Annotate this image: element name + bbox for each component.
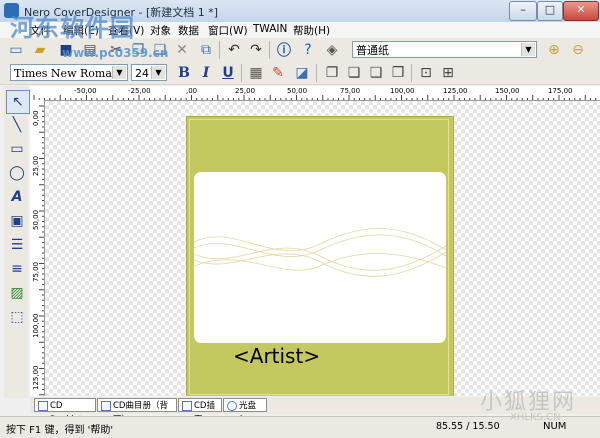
bring-front-icon[interactable]: ❐ <box>322 63 342 83</box>
menu-twain[interactable]: TWAIN <box>253 23 287 35</box>
chevron-down-icon[interactable]: ▼ <box>521 43 535 56</box>
image-tool-icon[interactable]: ▨ <box>6 282 28 304</box>
horizontal-ruler: -50,00 -25,00 ,00 25,00 50,00 75,00 100,… <box>30 86 600 101</box>
insert-icon <box>182 401 192 411</box>
bold-button[interactable]: B <box>174 63 194 83</box>
ruler-label: ,00 <box>186 87 198 95</box>
artist-text[interactable]: <Artist> <box>233 344 320 368</box>
frame-tool-icon[interactable]: ⬚ <box>6 306 28 328</box>
ruler-label: 150,00 <box>495 87 520 95</box>
menu-data[interactable]: 数据 <box>178 23 199 38</box>
chevron-down-icon[interactable]: ▼ <box>112 66 126 79</box>
line-tool-icon[interactable]: ╲ <box>6 114 28 136</box>
rectangle-tool-icon[interactable]: ▭ <box>6 138 28 160</box>
maximize-button[interactable]: □ <box>537 1 563 21</box>
font-name-select[interactable]: Times New Roman ▼ <box>10 64 128 81</box>
fill-icon[interactable]: ◪ <box>292 63 312 83</box>
duplicate-icon[interactable]: ⧉ <box>196 40 216 60</box>
line-style-icon[interactable]: ▦ <box>246 63 266 83</box>
redo-icon[interactable]: ↷ <box>246 40 266 60</box>
paper-type-select[interactable]: 普通纸 ▼ <box>352 41 537 58</box>
ellipse-tool-icon[interactable]: ◯ <box>6 162 28 184</box>
font-name-value: Times New Roman <box>14 67 119 80</box>
group-icon[interactable]: ⊡ <box>416 63 436 83</box>
track-list-tool-icon[interactable]: ≡ <box>6 258 28 280</box>
ruler-label: 100,00 <box>390 87 415 95</box>
scan-icon[interactable]: ◈ <box>322 40 342 60</box>
italic-button[interactable]: I <box>196 63 216 83</box>
tab-disc-1[interactable]: 光盘 1 <box>223 398 267 425</box>
send-backward-icon[interactable]: ❑ <box>366 63 386 83</box>
minimize-button[interactable]: – <box>509 1 537 21</box>
ruler-ticks <box>39 105 44 396</box>
ungroup-icon[interactable]: ⊞ <box>438 63 458 83</box>
watermark-logo: 河东软件园 <box>10 14 135 42</box>
vertical-ruler: 0,00 25,00 50,00 75,00 100,00 125,00 <box>30 100 45 396</box>
chevron-down-icon[interactable]: ▼ <box>151 66 165 79</box>
text-box-tool-icon[interactable]: ▣ <box>6 210 28 232</box>
font-size-value: 24 <box>135 67 149 80</box>
menu-window[interactable]: 窗口(W) <box>208 23 248 38</box>
new-icon[interactable]: ▭ <box>6 40 26 60</box>
zoom-out-icon[interactable]: ⊖ <box>568 40 588 60</box>
status-message: 按下 F1 键，得到 '帮助' <box>6 425 114 436</box>
send-back-icon[interactable]: ❒ <box>388 63 408 83</box>
ruler-label: -25,00 <box>128 87 151 95</box>
wave-pattern <box>194 228 446 277</box>
list-tool-icon[interactable]: ☰ <box>6 234 28 256</box>
tracklist-icon <box>101 401 111 411</box>
select-pointer-icon[interactable]: ↖ <box>6 90 30 114</box>
tab-cd-booklet[interactable]: CD Booklet <box>34 398 96 425</box>
undo-icon[interactable]: ↶ <box>224 40 244 60</box>
ruler-label: 175,00 <box>548 87 573 95</box>
close-button[interactable]: ✕ <box>563 1 599 21</box>
paper-type-value: 普通纸 <box>356 44 389 57</box>
watermark-bottom-right-sub: XHLKS.CN <box>510 412 561 423</box>
format-toolbar: Times New Roman ▼ 24 ▼ B I U ▦ ✎ ◪ ❐ ❏ ❑… <box>0 62 600 85</box>
design-canvas[interactable]: <Artist> <box>45 101 600 396</box>
ruler-label: 125,00 <box>443 87 468 95</box>
toolbar-separator <box>269 41 270 59</box>
toolbar-separator <box>316 64 317 82</box>
underline-button[interactable]: U <box>218 63 238 83</box>
delete-icon[interactable]: ✕ <box>172 40 192 60</box>
watermark-url: www.pc0359.cn <box>62 46 169 60</box>
menu-object[interactable]: 对象 <box>150 23 171 38</box>
toolbar-separator <box>411 64 412 82</box>
cover-image-area[interactable] <box>194 172 446 343</box>
pen-icon[interactable]: ✎ <box>268 63 288 83</box>
drawing-tools: ↖ ╲ ▭ ◯ A ▣ ☰ ≡ ▨ ⬚ <box>4 86 30 398</box>
toolbar-separator <box>241 64 242 82</box>
disc-icon <box>227 401 237 411</box>
open-icon[interactable]: ▰ <box>30 40 50 60</box>
menu-help[interactable]: 帮助(H) <box>293 23 330 38</box>
zoom-in-icon[interactable]: ⊕ <box>544 40 564 60</box>
ruler-label: 25,00 <box>235 87 256 95</box>
booklet-icon <box>38 401 48 411</box>
ruler-label: -50,00 <box>74 87 97 95</box>
ruler-label: 75,00 <box>340 87 361 95</box>
toolbar-separator <box>219 41 220 59</box>
ruler-label: 50,00 <box>287 87 308 95</box>
help-icon[interactable]: ? <box>298 40 318 60</box>
font-size-select[interactable]: 24 ▼ <box>131 64 167 81</box>
cover-page[interactable]: <Artist> <box>186 116 454 396</box>
tab-cd-insert[interactable]: CD插页 <box>178 398 222 425</box>
tab-cd-tracklist-back[interactable]: CD曲目册（背面） <box>97 398 177 425</box>
cursor-coordinates: 85.55 / 15.50 <box>436 421 500 432</box>
text-tool-icon[interactable]: A <box>6 186 28 208</box>
bring-forward-icon[interactable]: ❏ <box>344 63 364 83</box>
info-icon[interactable]: ⓘ <box>274 40 294 60</box>
ruler-ticks <box>33 95 597 100</box>
